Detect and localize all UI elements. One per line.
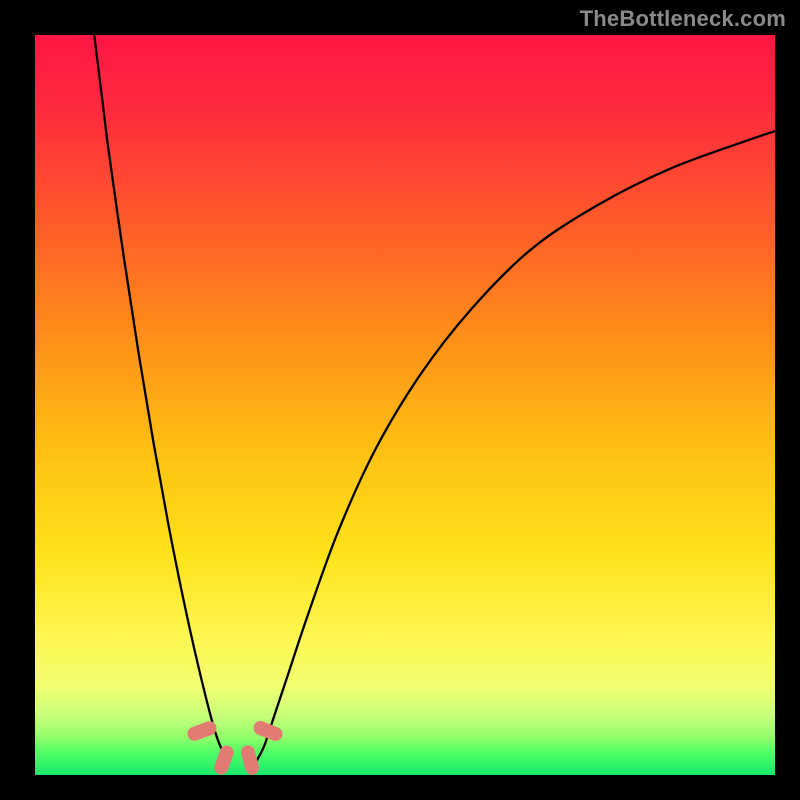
curve-left-branch (94, 35, 227, 760)
plot-area (35, 35, 775, 775)
watermark-text: TheBottleneck.com (580, 6, 786, 32)
outer-frame: TheBottleneck.com (0, 0, 800, 800)
curve-right-branch (257, 131, 775, 760)
bottleneck-curve (35, 35, 775, 775)
